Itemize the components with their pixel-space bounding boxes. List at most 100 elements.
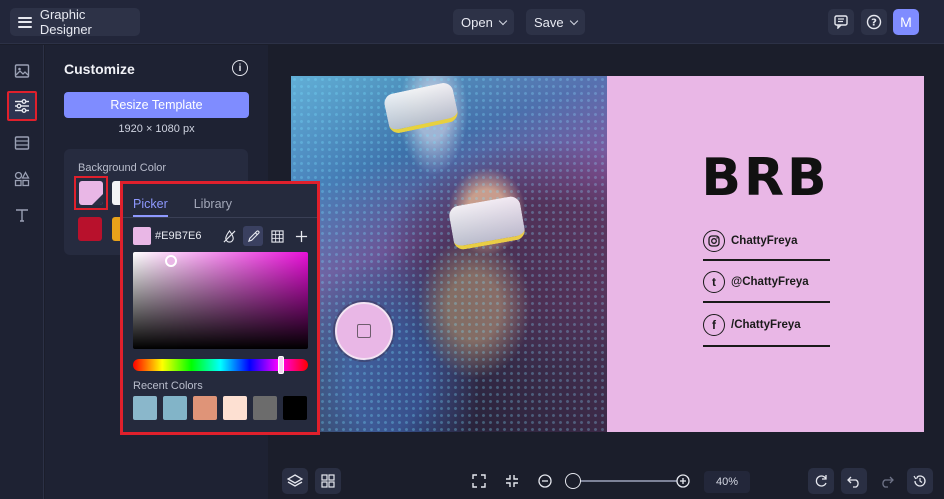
- add-color-button[interactable]: [291, 226, 311, 246]
- bottom-toolbar: 40%: [268, 462, 944, 499]
- save-label: Save: [534, 14, 564, 30]
- recent-colors-label: Recent Colors: [133, 380, 203, 392]
- saturation-value-handle[interactable]: [165, 255, 177, 267]
- history-icon: [913, 475, 926, 487]
- chevron-down-icon: [498, 16, 508, 25]
- zoom-in-button[interactable]: [670, 468, 696, 494]
- zoom-out-button[interactable]: [532, 468, 558, 494]
- saturation-value-area[interactable]: [133, 252, 308, 349]
- brb-card: BRB ChattyFreya t @ChattyFreya f /Chatty…: [607, 76, 924, 432]
- left-rail: [0, 45, 44, 499]
- refresh-button[interactable]: [808, 468, 834, 494]
- plus-icon: [295, 230, 307, 242]
- rail-customize[interactable]: [7, 91, 37, 121]
- recent-color-swatch[interactable]: [223, 396, 247, 420]
- current-color-swatch: [133, 227, 151, 245]
- open-menu-button[interactable]: Open: [453, 9, 514, 35]
- eyedropper-icon: [247, 229, 260, 242]
- grid-view-button[interactable]: [315, 468, 341, 494]
- eyedropper-loupe[interactable]: [335, 302, 393, 360]
- color-swatch[interactable]: [78, 217, 102, 241]
- svg-text:?: ?: [871, 18, 877, 29]
- tumblr-row: t @ChattyFreya: [703, 269, 809, 295]
- divider: [703, 345, 830, 347]
- eyedropper-target-icon: [357, 324, 371, 338]
- palette-grid-button[interactable]: [267, 226, 287, 246]
- expand-icon: [472, 474, 486, 488]
- save-menu-button[interactable]: Save: [526, 9, 585, 35]
- chevron-down-icon: [569, 16, 578, 25]
- selected-background-swatch[interactable]: [74, 176, 108, 210]
- top-bar: Graphic Designer Open Save ? M: [0, 0, 944, 44]
- zoom-in-icon: [676, 474, 690, 488]
- open-label: Open: [461, 14, 493, 30]
- shrink-button[interactable]: [499, 468, 525, 494]
- hex-input[interactable]: #E9B7E6: [155, 230, 215, 242]
- shrink-icon: [506, 475, 518, 487]
- vr-headset-image: [382, 81, 460, 135]
- app-title: Graphic Designer: [39, 7, 92, 37]
- rail-text[interactable]: [7, 200, 37, 230]
- layers-button[interactable]: [282, 468, 308, 494]
- rail-layout[interactable]: [7, 128, 37, 158]
- vr-photo: [291, 76, 607, 432]
- layers-icon: [287, 474, 303, 487]
- recent-color-swatch[interactable]: [163, 396, 187, 420]
- info-icon[interactable]: i: [232, 60, 248, 76]
- grid-icon: [321, 474, 335, 488]
- facebook-icon: f: [703, 314, 725, 336]
- template-dimensions: 1920 × 1080 px: [118, 123, 195, 135]
- hamburger-icon: [18, 16, 32, 28]
- zoom-slider-track[interactable]: [573, 480, 677, 482]
- instagram-row: ChattyFreya: [703, 228, 797, 254]
- design-artboard[interactable]: BRB ChattyFreya t @ChattyFreya f /Chatty…: [291, 76, 924, 432]
- recent-color-swatch[interactable]: [283, 396, 307, 420]
- recent-color-swatch[interactable]: [133, 396, 157, 420]
- vr-headset-image: [447, 195, 527, 251]
- zoom-slider-handle[interactable]: [565, 473, 581, 489]
- redo-icon: [882, 476, 894, 488]
- layout-icon: [14, 136, 30, 150]
- divider: [703, 301, 830, 303]
- hex-row: #E9B7E6: [133, 226, 311, 246]
- no-color-button[interactable]: [219, 226, 239, 246]
- rail-images[interactable]: [7, 56, 37, 86]
- refresh-icon: [815, 475, 827, 487]
- feedback-button[interactable]: [828, 9, 854, 35]
- eyedropper-button[interactable]: [243, 226, 263, 246]
- tab-picker[interactable]: Picker: [133, 197, 168, 217]
- recent-colors: [133, 396, 307, 420]
- recent-color-swatch[interactable]: [253, 396, 277, 420]
- selected-swatch-fill: [79, 181, 103, 205]
- recent-color-swatch[interactable]: [193, 396, 217, 420]
- tab-library[interactable]: Library: [194, 197, 232, 217]
- redo-button[interactable]: [874, 468, 900, 494]
- help-icon: ?: [866, 14, 882, 30]
- history-button[interactable]: [907, 468, 933, 494]
- shapes-icon: [14, 171, 30, 187]
- undo-icon: [847, 476, 859, 488]
- facebook-row: f /ChattyFreya: [703, 312, 801, 338]
- hue-slider-handle[interactable]: [278, 356, 284, 374]
- tumblr-icon: t: [703, 271, 725, 293]
- main-menu-button[interactable]: Graphic Designer: [10, 7, 140, 37]
- image-icon: [14, 64, 30, 78]
- chat-icon: [834, 15, 848, 29]
- tab-divider: [123, 217, 317, 218]
- avatar[interactable]: M: [893, 9, 919, 35]
- help-button[interactable]: ?: [861, 9, 887, 35]
- instagram-handle: ChattyFreya: [731, 235, 798, 247]
- no-color-icon: [223, 229, 235, 243]
- divider: [703, 259, 830, 261]
- undo-button[interactable]: [841, 468, 867, 494]
- background-color-label: Background Color: [78, 162, 167, 174]
- color-picker-popup: Picker Library #E9B7E6 Recent Colors: [120, 181, 320, 435]
- fit-screen-button[interactable]: [466, 468, 492, 494]
- zoom-level[interactable]: 40%: [704, 471, 750, 493]
- tumblr-handle: @ChattyFreya: [731, 276, 809, 288]
- panel-title: Customize: [64, 61, 135, 77]
- sliders-icon: [15, 99, 29, 113]
- resize-template-button[interactable]: Resize Template: [64, 92, 249, 118]
- rail-elements[interactable]: [7, 164, 37, 194]
- text-icon: [16, 209, 28, 222]
